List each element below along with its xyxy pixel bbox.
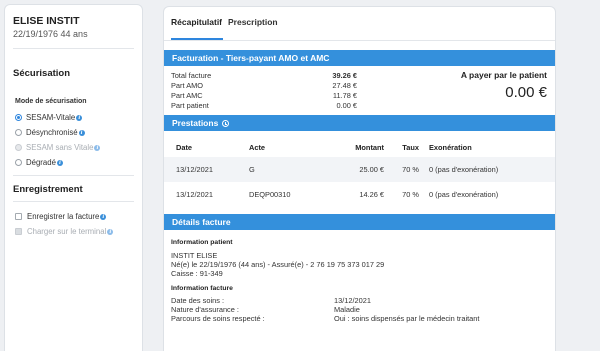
info-icon[interactable]: i [76,114,83,121]
column-header: Acte [249,142,266,152]
sidebar-panel: ELISE INSTIT 22/19/1976 44 ans Sécurisat… [4,4,143,351]
cell-acte: G [244,157,334,182]
cell-exoneration: 0 (pas d'exonération) [429,190,499,199]
detail-label-line: Nature d'assurance : [171,305,239,314]
bill-label: Part AMC [171,91,203,100]
bill-row-total: Total facture 39.26 € [171,71,357,80]
info-icon[interactable]: i [107,228,114,235]
checkbox-label: Charger sur le terminal [27,227,107,236]
column-header: Montant [355,142,384,152]
clock-icon[interactable] [222,119,230,127]
prestations-title: Prestations [172,118,219,128]
detail-label-line: Parcours de soins respecté : [171,314,265,323]
info-icon[interactable]: i [100,213,107,220]
bill-amount: 39.26 € [332,71,357,80]
facture-info-label: Information facture [171,285,233,292]
divider [13,201,134,202]
checkbox-icon[interactable] [15,213,22,220]
bill-amount: 11.78 € [332,91,357,100]
cell-taux: 70 % [402,190,419,199]
tabs-divider [164,40,555,41]
patient-name: ELISE INSTIT [13,15,80,27]
bill-row-patient: Part patient 0.00 € [171,101,357,110]
detail-line: INSTIT ELISE [171,251,218,260]
enregistrement-title: Enregistrement [13,184,83,195]
radio-degrade[interactable]: Dégradé i [15,158,63,167]
facturation-header: Facturation - Tiers-payant AMO et AMC [164,50,555,66]
cell-date: 13/12/2021 [164,157,244,182]
radio-icon[interactable] [15,129,22,136]
divider [13,48,134,49]
patient-info-label: Information patient [171,239,233,246]
bill-label: Part AMO [171,81,204,90]
radio-label: SESAM-Vitale [26,113,76,122]
tab-prescription[interactable]: Prescription [228,17,278,27]
radio-sesam-sans-vitale: SESAM sans Vitale i [15,143,101,152]
radio-desynchronise[interactable]: Désynchronisé i [15,128,85,137]
checkbox-enregistrer-facture[interactable]: Enregistrer la facture i [15,212,107,221]
cell-taux: 70 % [389,157,424,182]
tab-recapitulatif[interactable]: Récapitulatif [171,17,222,27]
main-panel: Récapitulatif Prescription Facturation -… [163,6,556,351]
column-header: Taux [402,142,419,152]
bill-row-amo: Part AMO 27.48 € [171,81,357,90]
checkbox-disabled-icon [15,228,22,235]
bill-amount: 0.00 € [336,101,357,110]
radio-label: Dégradé [26,158,56,167]
checkbox-label: Enregistrer la facture [27,212,100,221]
bill-row-amc: Part AMC 11.78 € [171,91,357,100]
detail-line: Né(e) le 22/19/1976 (44 ans) - Assuré(e)… [171,260,385,269]
bill-amount: 27.48 € [332,81,357,90]
cell-montant: 14.26 € [359,190,384,199]
table-row[interactable]: 13/12/2021 DEQP00310 14.26 € 70 % 0 (pas… [164,182,555,207]
bill-label: Part patient [171,101,209,110]
pay-label: A payer par le patient [460,70,547,80]
cell-montant: 25.00 € [334,157,389,182]
securisation-title: Sécurisation [13,68,71,79]
prestations-table: Date Acte Montant Taux Exonération 13/12… [164,137,555,207]
radio-label: Désynchronisé [26,128,78,137]
radio-icon[interactable] [15,159,22,166]
column-header: Date [176,142,193,152]
cell-acte: DEQP00310 [249,190,291,199]
radio-sesam-vitale[interactable]: SESAM-Vitale i [15,113,83,122]
detail-line: Caisse : 91-349 [171,269,223,278]
cell-exoneration: 0 (pas d'exonération) [424,157,555,182]
info-icon[interactable]: i [78,129,85,136]
bill-label: Total facture [171,71,212,80]
pay-amount: 0.00 € [505,84,547,101]
detail-value: Maladie [334,305,360,314]
radio-disabled-icon [15,144,22,151]
cell-date: 13/12/2021 [176,190,213,199]
facturation-title: Facturation - Tiers-payant AMO et AMC [172,53,330,63]
radio-label: SESAM sans Vitale [26,143,94,152]
radio-checked-icon[interactable] [15,114,22,121]
info-icon[interactable]: i [56,159,63,166]
info-icon[interactable]: i [94,144,101,151]
detail-label-line: Date des soins : [171,296,224,305]
details-title: Détails facture [172,217,231,227]
table-row[interactable]: 13/12/2021 G 25.00 € 70 % 0 (pas d'exoné… [164,157,555,182]
table-header-row: Date Acte Montant Taux Exonération [164,137,555,157]
prestations-header: Prestations [164,115,555,131]
details-header: Détails facture [164,214,555,230]
mode-securisation-label: Mode de sécurisation [15,98,87,105]
checkbox-charger-terminal: Charger sur le terminal i [15,227,114,236]
detail-value: 13/12/2021 [334,296,371,305]
column-header: Exonération [429,142,472,152]
divider [13,175,134,176]
detail-value: Oui : soins dispensés par le médecin tra… [334,314,480,323]
patient-info: 22/19/1976 44 ans [13,29,88,39]
